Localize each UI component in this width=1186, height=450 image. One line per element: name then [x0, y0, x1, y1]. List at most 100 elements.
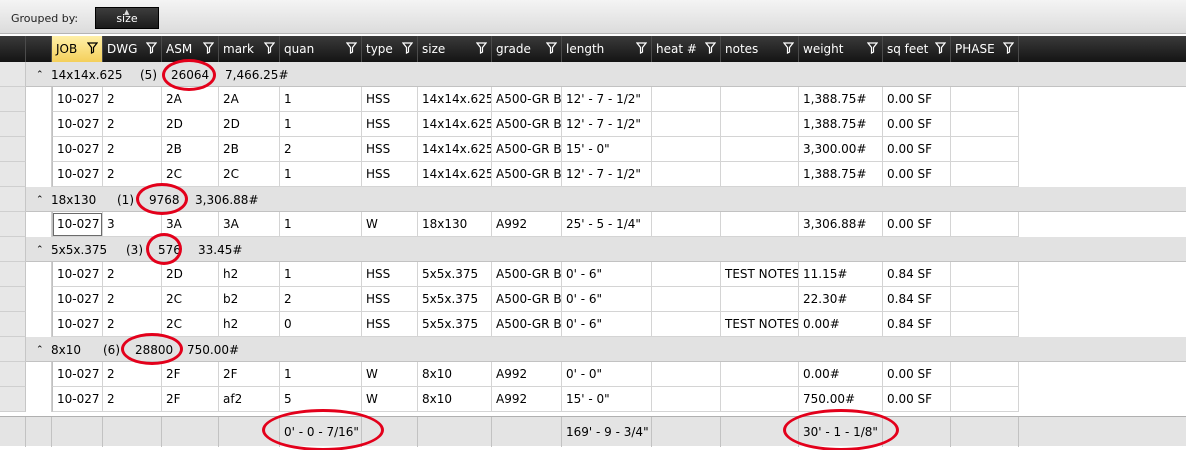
cell-size[interactable]: 8x10 [418, 362, 492, 387]
cell-size[interactable]: 8x10 [418, 387, 492, 412]
cell-mark[interactable]: 2B [219, 137, 280, 162]
cell-phase[interactable] [951, 362, 1019, 387]
cell-type[interactable]: W [362, 387, 418, 412]
filter-icon[interactable] [705, 41, 716, 54]
cell-job[interactable]: 10-027 [52, 137, 103, 162]
column-header-mark[interactable]: mark [219, 36, 280, 62]
cell-mark[interactable]: h2 [219, 312, 280, 337]
group-header-row[interactable]: ⌃ 8x10 (6) 28800 750.00# [0, 337, 1186, 362]
column-header-length[interactable]: length [562, 36, 652, 62]
cell-asm[interactable]: 2D [162, 262, 219, 287]
cell-grade[interactable]: A992 [492, 212, 562, 237]
row-indicator[interactable] [0, 62, 26, 87]
row-indicator[interactable] [0, 87, 26, 112]
cell-notes[interactable] [721, 137, 799, 162]
cell-phase[interactable] [951, 287, 1019, 312]
cell-notes[interactable]: TEST NOTES [721, 262, 799, 287]
cell-dwg[interactable]: 2 [103, 362, 162, 387]
collapse-arrow-icon[interactable]: ⌃ [36, 62, 44, 88]
table-row[interactable]: 10-027 2 2C 2C 1 HSS 14x14x.625 A500-GR B 12' - … [0, 162, 1186, 187]
cell-grade[interactable]: A992 [492, 362, 562, 387]
cell-job[interactable]: 10-027 [52, 212, 103, 237]
filter-icon[interactable] [867, 41, 878, 54]
table-row[interactable]: 10-027 2 2A 2A 1 HSS 14x14x.625 A500-GR B 12' - … [0, 87, 1186, 112]
cell-heat[interactable] [652, 362, 721, 387]
cell-heat[interactable] [652, 162, 721, 187]
filter-icon[interactable] [546, 41, 557, 54]
cell-asm[interactable]: 2C [162, 312, 219, 337]
table-row[interactable]: 10-027 2 2F 2F 1 W 8x10 A992 0' - 0" 0.00# 0.00 SF [0, 362, 1186, 387]
cell-notes[interactable] [721, 162, 799, 187]
cell-size[interactable]: 14x14x.625 [418, 137, 492, 162]
cell-dwg[interactable]: 2 [103, 112, 162, 137]
cell-grade[interactable]: A500-GR B [492, 262, 562, 287]
cell-quan[interactable]: 2 [280, 287, 362, 312]
row-indicator[interactable] [0, 112, 26, 137]
cell-size[interactable]: 14x14x.625 [418, 112, 492, 137]
column-header-grade[interactable]: grade [492, 36, 562, 62]
table-row[interactable]: 10-027 2 2F af2 5 W 8x10 A992 15' - 0" 750.00# 0.0… [0, 387, 1186, 412]
row-indicator[interactable] [0, 212, 26, 237]
cell-phase[interactable] [951, 212, 1019, 237]
cell-sqfeet[interactable]: 0.00 SF [883, 87, 951, 112]
cell-dwg[interactable]: 2 [103, 262, 162, 287]
cell-sqfeet[interactable]: 0.00 SF [883, 112, 951, 137]
cell-grade[interactable]: A500-GR B [492, 112, 562, 137]
filter-icon[interactable] [346, 41, 357, 54]
cell-sqfeet[interactable]: 0.84 SF [883, 312, 951, 337]
cell-length[interactable]: 12' - 7 - 1/2" [562, 112, 652, 137]
cell-mark[interactable]: af2 [219, 387, 280, 412]
cell-quan[interactable]: 1 [280, 162, 362, 187]
cell-heat[interactable] [652, 312, 721, 337]
cell-quan[interactable]: 1 [280, 262, 362, 287]
cell-weight[interactable]: 3,300.00# [799, 137, 883, 162]
row-indicator[interactable] [0, 187, 26, 212]
filter-icon[interactable] [402, 41, 413, 54]
cell-type[interactable]: HSS [362, 262, 418, 287]
row-indicator[interactable] [0, 237, 26, 262]
cell-job[interactable]: 10-027 [52, 112, 103, 137]
cell-mark[interactable]: 3A [219, 212, 280, 237]
table-row[interactable]: 10-027 2 2D h2 1 HSS 5x5x.375 A500-GR B 0' - 6" T… [0, 262, 1186, 287]
cell-quan[interactable]: 1 [280, 362, 362, 387]
cell-quan[interactable]: 5 [280, 387, 362, 412]
filter-icon[interactable] [203, 41, 214, 54]
cell-sqfeet[interactable]: 0.00 SF [883, 387, 951, 412]
collapse-arrow-icon[interactable]: ⌃ [36, 187, 44, 213]
cell-grade[interactable]: A500-GR B [492, 137, 562, 162]
cell-notes[interactable] [721, 87, 799, 112]
cell-asm[interactable]: 2A [162, 87, 219, 112]
column-header-notes[interactable]: notes [721, 36, 799, 62]
row-indicator[interactable] [0, 362, 26, 387]
cell-asm[interactable]: 2C [162, 287, 219, 312]
cell-weight[interactable]: 750.00# [799, 387, 883, 412]
table-row[interactable]: 10-027 2 2B 2B 2 HSS 14x14x.625 A500-GR B 15' - … [0, 137, 1186, 162]
filter-icon[interactable] [636, 41, 647, 54]
cell-size[interactable]: 14x14x.625 [418, 87, 492, 112]
cell-type[interactable]: W [362, 362, 418, 387]
filter-icon[interactable] [783, 41, 794, 54]
cell-size[interactable]: 5x5x.375 [418, 262, 492, 287]
row-indicator[interactable] [0, 312, 26, 337]
row-indicator[interactable] [0, 337, 26, 362]
cell-quan[interactable]: 1 [280, 112, 362, 137]
filter-icon[interactable] [87, 41, 98, 54]
cell-length[interactable]: 12' - 7 - 1/2" [562, 162, 652, 187]
row-indicator[interactable] [0, 262, 26, 287]
filter-icon[interactable] [476, 41, 487, 54]
cell-job[interactable]: 10-027 [52, 262, 103, 287]
cell-size[interactable]: 5x5x.375 [418, 287, 492, 312]
row-indicator[interactable] [0, 287, 26, 312]
cell-heat[interactable] [652, 137, 721, 162]
table-row[interactable]: 10-027 3 3A 3A 1 W 18x130 A992 25' - 5 - 1/4" 3,3… [0, 212, 1186, 237]
cell-asm[interactable]: 2D [162, 112, 219, 137]
cell-job[interactable]: 10-027 [52, 312, 103, 337]
cell-length[interactable]: 15' - 0" [562, 387, 652, 412]
cell-length[interactable]: 0' - 6" [562, 287, 652, 312]
cell-dwg[interactable]: 3 [103, 212, 162, 237]
cell-notes[interactable] [721, 212, 799, 237]
cell-length[interactable]: 15' - 0" [562, 137, 652, 162]
cell-job[interactable]: 10-027 [52, 87, 103, 112]
row-indicator[interactable] [0, 387, 26, 412]
table-row[interactable]: 10-027 2 2C h2 0 HSS 5x5x.375 A500-GR B 0' - 6" T… [0, 312, 1186, 337]
